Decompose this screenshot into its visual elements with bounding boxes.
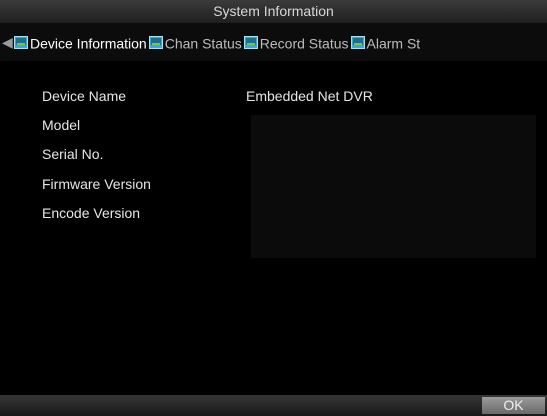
footer-bar: OK (0, 395, 547, 416)
tab-bar: ◀ Device Information Chan Status Record … (0, 23, 547, 61)
tab-label: Alarm St (366, 35, 421, 52)
tabs-container: Device Information Chan Status Record St… (14, 23, 420, 61)
row-label: Serial No. (42, 146, 104, 162)
tab-label: Chan Status (164, 35, 242, 52)
monitor-icon (148, 35, 163, 49)
tab-alarm-status[interactable]: Alarm St (350, 23, 421, 61)
tab-device-information[interactable]: Device Information (14, 23, 147, 61)
ok-button[interactable]: OK (482, 397, 545, 414)
monitor-icon (243, 35, 258, 49)
row-label: Encode Version (42, 205, 141, 221)
redacted-values-block (251, 115, 536, 258)
window-title: System Information (213, 3, 334, 19)
tab-chan-status[interactable]: Chan Status (148, 23, 242, 61)
row-label: Device Name (42, 88, 127, 104)
monitor-icon (14, 35, 28, 49)
row-value: Embedded Net DVR (246, 88, 373, 104)
row-label: Model (42, 117, 81, 133)
tab-label: Device Information (30, 35, 147, 52)
tab-record-status[interactable]: Record Status (243, 23, 349, 61)
system-information-window: System Information ◀ Device Information … (0, 0, 547, 416)
tab-label: Record Status (259, 35, 349, 52)
scroll-left-arrow-icon[interactable]: ◀ (2, 34, 13, 50)
monitor-icon (350, 35, 365, 49)
row-label: Firmware Version (42, 176, 151, 192)
title-bar: System Information (0, 0, 547, 23)
